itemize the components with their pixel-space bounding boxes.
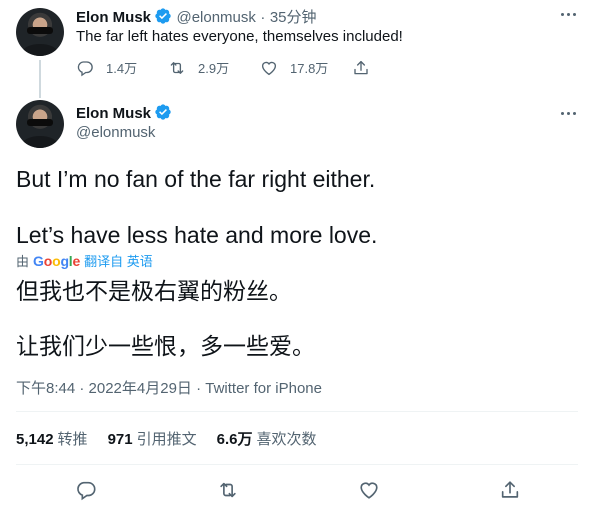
reply-tweet-header: Elon Musk @elonmusk · 35分钟 [76,6,317,27]
heart-icon[interactable] [358,479,380,501]
translated-by-label: 由 [16,254,30,269]
main-tweet-actions [0,479,594,503]
reply-icon [77,60,93,76]
avatar[interactable] [16,100,64,148]
share-button[interactable] [352,59,382,77]
reply-tweet-text: The far left hates everyone, themselves … [76,28,403,45]
stat-value: 971 [107,431,133,448]
reply-tweet-actions: 1.4万 2.9万 17.8万 [76,58,382,77]
retweet-button[interactable]: 2.9万 [168,58,260,77]
user-name[interactable]: Elon Musk [76,105,151,122]
tweet-stats: 5,142 转推 971 引用推文 6.6万 喜欢次数 [16,428,316,449]
stat-label: 转推 [57,431,88,448]
stat-value: 6.6万 [216,431,253,448]
stat-value: 5,142 [16,431,54,448]
reply-icon[interactable] [75,479,97,501]
user-handle[interactable]: @elonmusk [176,9,255,26]
tweet-time[interactable]: 35分钟 [270,9,317,26]
retweets-stat[interactable]: 5,142 转推 [16,428,88,449]
verified-badge-icon [155,104,171,120]
google-logo: Google [33,252,81,269]
translation-attribution: 由 Google 翻译自 英语 [16,251,153,270]
like-count: 17.8万 [290,61,329,76]
thread-line [39,60,41,98]
reply-count: 1.4万 [106,61,138,76]
tweet-text-line: Let’s have less hate and more love. [16,222,378,248]
main-tweet-header: Elon Musk [76,103,172,123]
heart-icon [261,61,277,75]
user-handle[interactable]: @elonmusk [76,124,155,141]
retweet-count: 2.9万 [198,61,230,76]
more-icon[interactable] [556,5,580,23]
quote-tweets-stat[interactable]: 971 引用推文 [108,428,197,449]
like-button[interactable]: 17.8万 [260,58,352,77]
tweet-text-line: But I’m no fan of the far right either. [16,166,376,192]
likes-stat[interactable]: 6.6万 喜欢次数 [217,428,317,449]
more-icon[interactable] [556,104,580,122]
separator: · [260,9,266,26]
share-icon [354,60,368,74]
avatar[interactable] [16,8,64,56]
tweet-timestamp[interactable]: 下午8:44 · 2022年4月29日 · Twitter for iPhone [16,377,322,398]
stat-label: 喜欢次数 [256,431,317,448]
reply-button[interactable]: 1.4万 [76,58,168,77]
share-icon[interactable] [499,479,521,501]
stat-label: 引用推文 [136,431,197,448]
retweet-icon [170,61,184,74]
translated-text-line: 但我也不是极右翼的粉丝。 [16,278,292,304]
divider [16,411,578,412]
retweet-icon[interactable] [217,479,239,501]
divider [16,464,578,465]
verified-badge-icon [155,8,171,24]
translated-text-line: 让我们少一些恨，多一些爱。 [16,333,315,359]
user-name[interactable]: Elon Musk [76,9,151,26]
translate-source-link[interactable]: 翻译自 英语 [84,251,153,270]
